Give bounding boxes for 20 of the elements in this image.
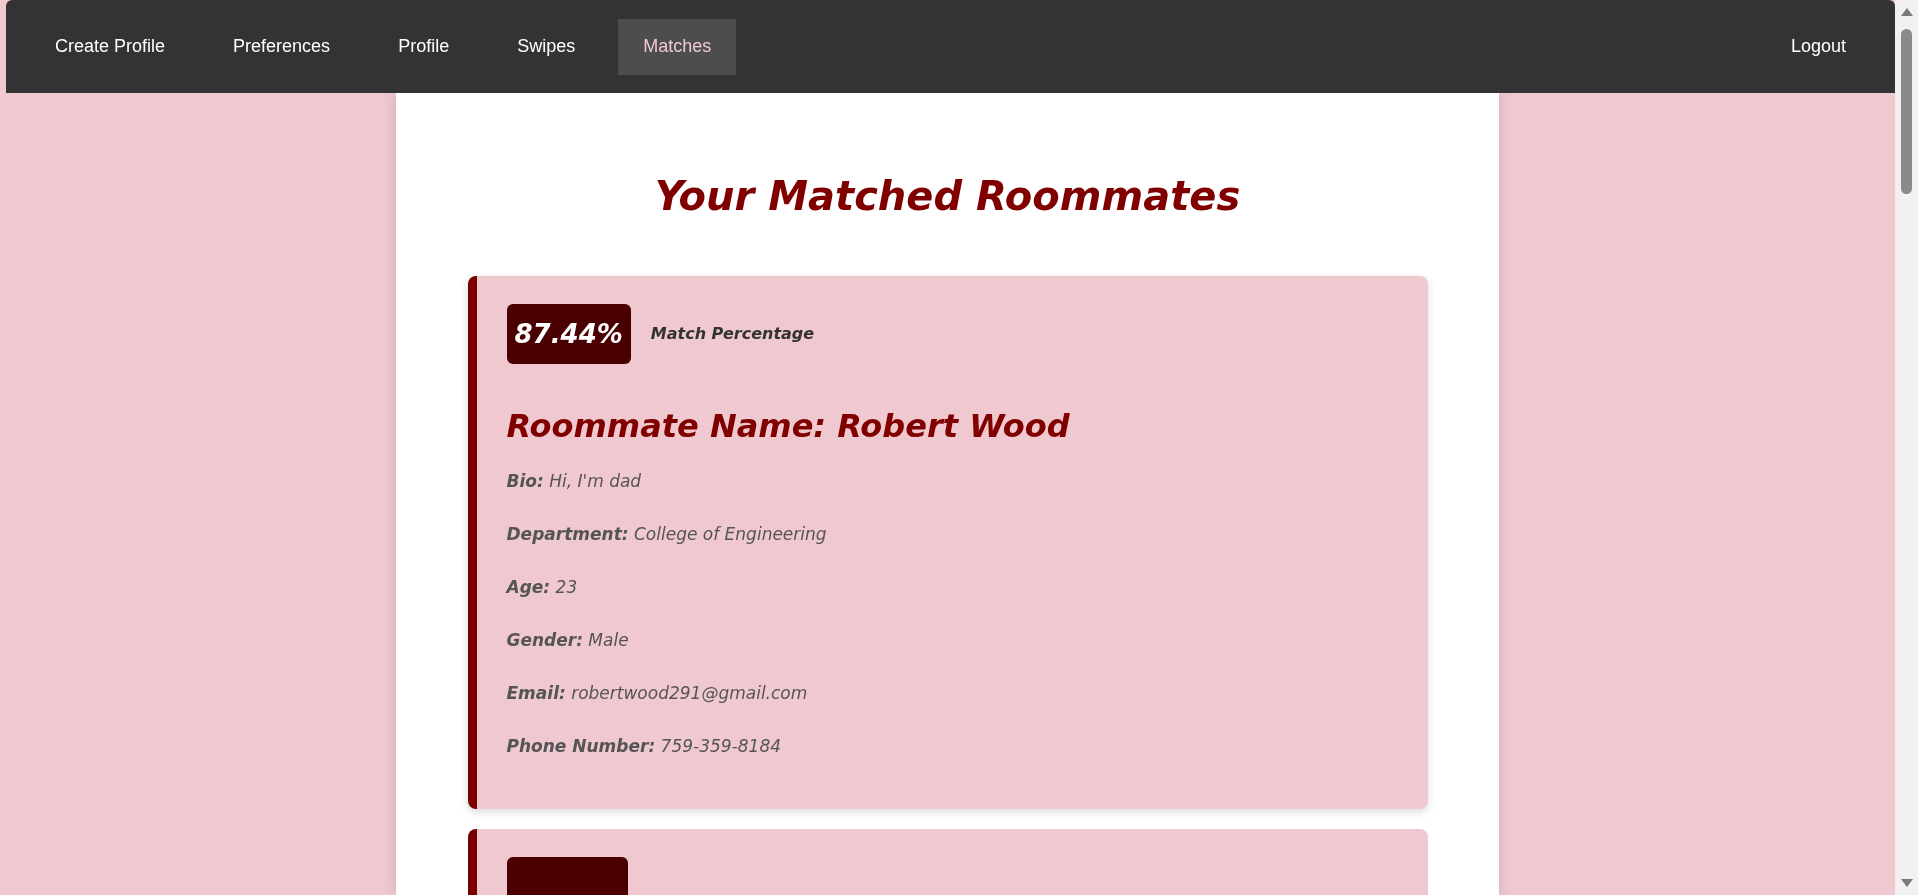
match-percentage-label: Match Percentage	[650, 323, 815, 345]
roommate-name: Roommate Name: Robert Wood	[506, 406, 1071, 447]
page-title: Your Matched Roommates	[654, 172, 1241, 221]
nav-link[interactable]: Profile	[373, 18, 475, 75]
nav-link[interactable]: Swipes	[492, 18, 601, 75]
scrollbar-thumb[interactable]	[1901, 29, 1912, 194]
profile-detail: Phone Number: 759-359-8184	[506, 735, 783, 757]
profile-detail: Department: College of Engineering	[506, 523, 828, 545]
scroll-down-icon[interactable]	[1900, 879, 1913, 887]
match-percentage-badge: 87.44%	[506, 304, 631, 364]
profile-detail: Bio: Hi, I'm dad	[506, 470, 643, 492]
profile-detail: Gender: Male	[506, 629, 630, 651]
nav-link[interactable]: Matches	[618, 18, 737, 75]
scrollbar[interactable]	[1895, 0, 1918, 895]
profile-detail: Email: robertwood291@gmail.com	[506, 682, 809, 704]
logout-link[interactable]: Logout	[1765, 18, 1871, 75]
nav-link[interactable]: Preferences	[208, 18, 356, 75]
scroll-up-icon[interactable]	[1900, 8, 1913, 16]
profile-detail: Age: 23	[506, 576, 579, 598]
nav-link[interactable]: Create Profile	[30, 18, 191, 75]
